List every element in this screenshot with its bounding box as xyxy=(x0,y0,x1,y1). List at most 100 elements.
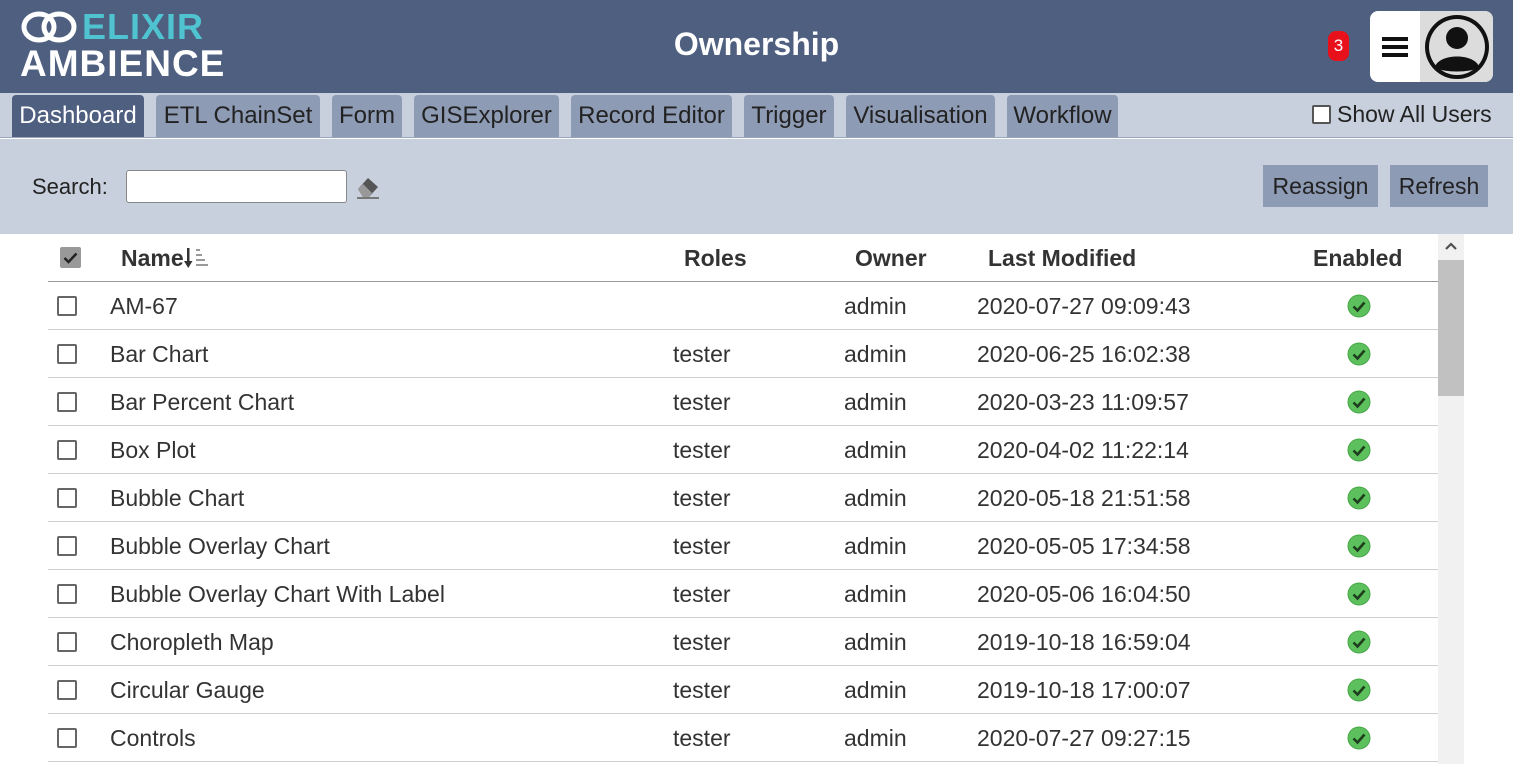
cell-owner: admin xyxy=(844,677,907,703)
table-row[interactable]: Controls tester admin 2020-07-27 09:27:15 xyxy=(48,714,1438,762)
sort-descending-icon xyxy=(183,248,208,268)
hamburger-icon xyxy=(1382,36,1408,57)
cell-name: Bar Percent Chart xyxy=(110,389,295,415)
cell-last-modified: 2020-07-27 09:09:43 xyxy=(977,293,1191,319)
enabled-check-icon xyxy=(1347,726,1371,750)
cell-name: Circular Gauge xyxy=(110,677,265,703)
row-checkbox[interactable] xyxy=(57,344,77,364)
row-checkbox[interactable] xyxy=(57,584,77,604)
app-header: ELIXIR AMBIENCE Ownership 3 xyxy=(0,0,1513,93)
enabled-check-icon xyxy=(1347,486,1371,510)
cell-owner: admin xyxy=(844,533,907,559)
column-header-owner[interactable]: Owner xyxy=(855,234,927,282)
scroll-thumb[interactable] xyxy=(1438,260,1464,396)
row-checkbox[interactable] xyxy=(57,536,77,556)
column-header-last-modified[interactable]: Last Modified xyxy=(988,234,1136,282)
show-all-users-checkbox[interactable] xyxy=(1312,105,1331,124)
cell-name: Controls xyxy=(110,725,196,751)
toolbar: Search: Reassign Refresh xyxy=(0,139,1513,234)
table-header-row: Name Roles Owner Last Modified Enabled xyxy=(48,234,1438,282)
enabled-check-icon xyxy=(1347,390,1371,414)
cell-owner: admin xyxy=(844,629,907,655)
tab-etl-chainset[interactable]: ETL ChainSet xyxy=(156,95,320,137)
checkmark-icon xyxy=(63,252,78,264)
show-all-users-toggle[interactable]: Show All Users xyxy=(1312,101,1492,128)
row-checkbox[interactable] xyxy=(57,296,77,316)
cell-last-modified: 2019-10-18 16:59:04 xyxy=(977,629,1191,655)
reassign-button[interactable]: Reassign xyxy=(1263,165,1378,207)
cell-owner: admin xyxy=(844,341,907,367)
cell-roles: tester xyxy=(673,485,731,511)
ownership-table: Name Roles Owner Last Modified Enabled A… xyxy=(48,234,1438,762)
row-checkbox[interactable] xyxy=(57,728,77,748)
tab-gisexplorer[interactable]: GISExplorer xyxy=(414,95,559,137)
tab-workflow[interactable]: Workflow xyxy=(1007,95,1118,137)
enabled-check-icon xyxy=(1347,534,1371,558)
table-row[interactable]: Bar Percent Chart tester admin 2020-03-23 1… xyxy=(48,378,1438,426)
row-checkbox[interactable] xyxy=(57,392,77,412)
cell-last-modified: 2020-05-06 16:04:50 xyxy=(977,581,1191,607)
column-header-enabled[interactable]: Enabled xyxy=(1313,234,1402,282)
tab-bar: Dashboard ETL ChainSet Form GISExplorer … xyxy=(0,93,1513,138)
cell-roles: tester xyxy=(673,341,731,367)
tab-record-editor[interactable]: Record Editor xyxy=(571,95,732,137)
tab-trigger[interactable]: Trigger xyxy=(744,95,834,137)
tab-form[interactable]: Form xyxy=(332,95,402,137)
cell-name: Bubble Chart xyxy=(110,485,245,511)
enabled-check-icon xyxy=(1347,294,1371,318)
enabled-check-icon xyxy=(1347,630,1371,654)
cell-owner: admin xyxy=(844,581,907,607)
hamburger-menu-button[interactable] xyxy=(1370,11,1420,82)
cell-roles: tester xyxy=(673,581,731,607)
column-header-name[interactable]: Name xyxy=(121,234,210,282)
search-input[interactable] xyxy=(126,170,347,203)
row-checkbox[interactable] xyxy=(57,632,77,652)
enabled-check-icon xyxy=(1347,438,1371,462)
chevron-up-icon xyxy=(1445,242,1457,250)
cell-roles: tester xyxy=(673,629,731,655)
cell-last-modified: 2020-05-18 21:51:58 xyxy=(977,485,1191,511)
cell-last-modified: 2020-04-02 11:22:14 xyxy=(977,437,1189,463)
cell-last-modified: 2020-03-23 11:09:57 xyxy=(977,389,1189,415)
row-checkbox[interactable] xyxy=(57,440,77,460)
table-row[interactable]: AM-67 admin 2020-07-27 09:09:43 xyxy=(48,282,1438,330)
cell-owner: admin xyxy=(844,485,907,511)
tab-dashboard[interactable]: Dashboard xyxy=(12,95,144,137)
row-checkbox[interactable] xyxy=(57,680,77,700)
table-row[interactable]: Bubble Overlay Chart With Label tester adm… xyxy=(48,570,1438,618)
cell-name: Choropleth Map xyxy=(110,629,274,655)
search-label: Search: xyxy=(32,174,108,199)
cell-owner: admin xyxy=(844,725,907,751)
cell-name: Bubble Overlay Chart xyxy=(110,533,330,559)
vertical-scrollbar[interactable] xyxy=(1438,234,1464,764)
cell-name: AM-67 xyxy=(110,293,178,319)
table-row[interactable]: Choropleth Map tester admin 2019-10-18 16:5… xyxy=(48,618,1438,666)
enabled-check-icon xyxy=(1347,582,1371,606)
cell-name: Bar Chart xyxy=(110,341,209,367)
cell-last-modified: 2020-07-27 09:27:15 xyxy=(977,725,1191,751)
user-menu xyxy=(1370,11,1493,82)
table-row[interactable]: Box Plot tester admin 2020-04-02 11:22:14 xyxy=(48,426,1438,474)
table-row[interactable]: Bubble Overlay Chart tester admin 2020-05-0… xyxy=(48,522,1438,570)
cell-owner: admin xyxy=(844,389,907,415)
select-all-checkbox[interactable] xyxy=(60,247,81,268)
cell-last-modified: 2020-05-05 17:34:58 xyxy=(977,533,1191,559)
avatar[interactable] xyxy=(1420,11,1493,82)
tab-visualisation[interactable]: Visualisation xyxy=(846,95,995,137)
enabled-check-icon xyxy=(1347,678,1371,702)
page-title: Ownership xyxy=(673,26,840,62)
row-checkbox[interactable] xyxy=(57,488,77,508)
cell-name: Bubble Overlay Chart With Label xyxy=(110,581,445,607)
column-header-name-label: Name xyxy=(121,245,184,271)
column-header-roles[interactable]: Roles xyxy=(684,234,747,282)
refresh-button[interactable]: Refresh xyxy=(1390,165,1488,207)
user-silhouette-icon xyxy=(1424,14,1489,79)
scroll-up-button[interactable] xyxy=(1438,234,1464,258)
notification-badge[interactable]: 3 xyxy=(1328,31,1349,61)
table-row[interactable]: Bubble Chart tester admin 2020-05-18 21:51:… xyxy=(48,474,1438,522)
table-row[interactable]: Circular Gauge tester admin 2019-10-18 17:0… xyxy=(48,666,1438,714)
eraser-icon[interactable] xyxy=(355,173,381,199)
table-body: AM-67 admin 2020-07-27 09:09:43 Bar Chart te… xyxy=(48,282,1438,762)
show-all-users-label: Show All Users xyxy=(1337,101,1492,127)
table-row[interactable]: Bar Chart tester admin 2020-06-25 16:02:38 xyxy=(48,330,1438,378)
